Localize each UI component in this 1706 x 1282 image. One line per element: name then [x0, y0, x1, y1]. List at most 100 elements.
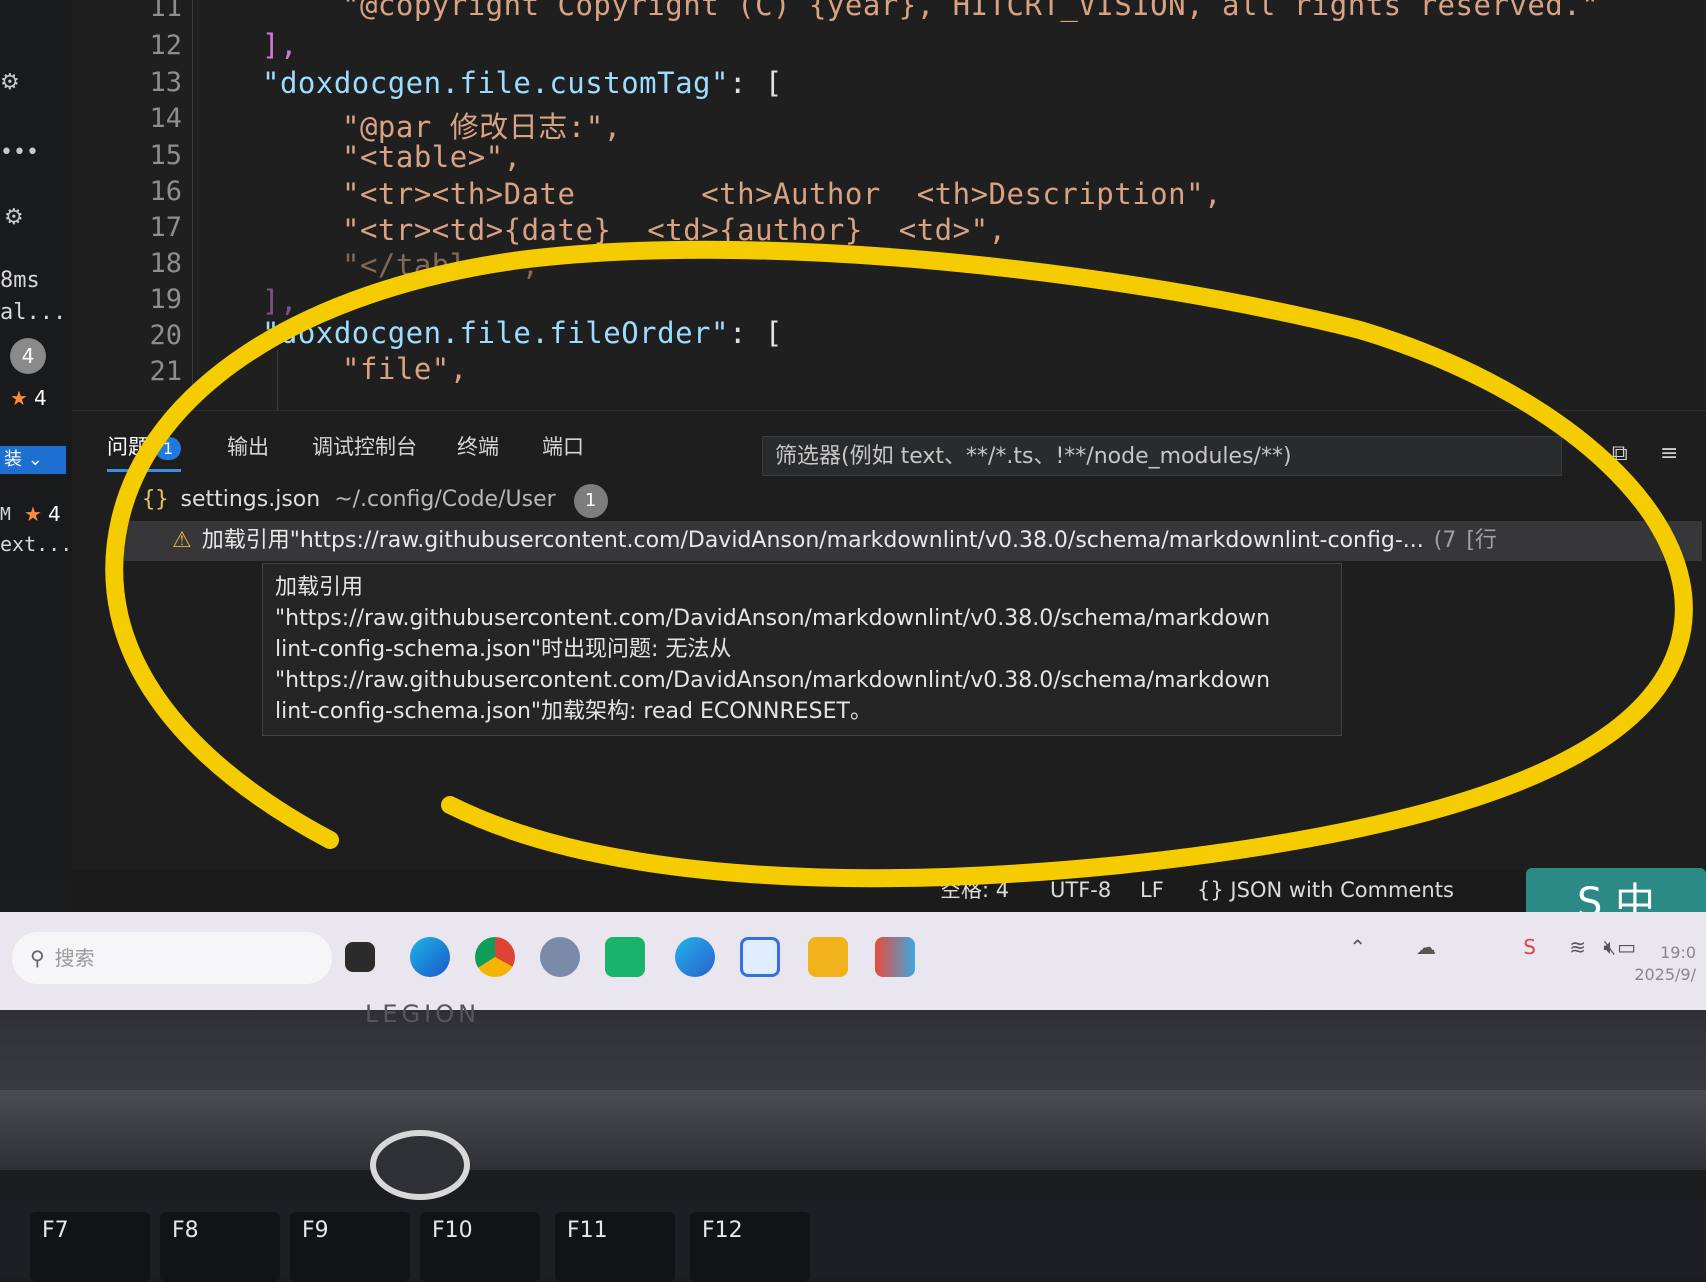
code-line-18: "</table>", [342, 248, 540, 282]
truncated-text: al... [0, 300, 67, 325]
chrome-icon[interactable] [475, 937, 515, 977]
status-language[interactable]: {} JSON with Comments [1197, 870, 1454, 910]
star-badge: ★ 4 [10, 386, 47, 410]
wifi-icon[interactable]: ≋ [1569, 935, 1586, 959]
bottom-panel: 问题 1 输出 调试控制台 终端 端口 筛选器(例如 text、**/*.ts、!… [72, 410, 1706, 880]
keyboard-key: F8 [160, 1212, 280, 1282]
problems-count-badge: 1 [155, 437, 182, 460]
tooltip-line: lint-config-schema.json"加载架构: read ECONN… [275, 699, 872, 724]
indent-guide [277, 350, 278, 410]
line-number: 12 [149, 30, 182, 61]
settings-gear-icon[interactable] [540, 937, 580, 977]
line-number-gutter: 11 12 13 14 15 16 17 18 19 20 21 [72, 0, 182, 410]
problem-location: (7 [1433, 528, 1457, 553]
keyboard-key: F7 [30, 1212, 150, 1282]
task-view-icon[interactable] [345, 942, 375, 972]
tooltip-line: "https://raw.githubusercontent.com/David… [275, 606, 1271, 631]
m-label: M [0, 504, 11, 525]
collapse-all-icon[interactable]: ⧉ [1612, 441, 1628, 466]
code-line-19: ], [262, 284, 298, 318]
volume-muted-icon[interactable]: 🔇︎ [1603, 935, 1616, 959]
line-number: 17 [149, 212, 182, 243]
store-icon[interactable] [605, 937, 645, 977]
badge-number: 4 [10, 338, 46, 374]
app-grid-icon[interactable] [875, 937, 915, 977]
code-line-21: "file", [342, 352, 468, 386]
problem-location-suffix: [行 [1466, 528, 1497, 553]
laptop-brand: LEGION [365, 1000, 481, 1028]
clock-date: 2025/9/ [1634, 965, 1696, 984]
file-problem-count: 1 [573, 484, 608, 518]
screen: ⚙ ••• ⚙ 8ms al... 4 ★ 4 装 ⌄ M ★ 4 ext... 1… [0, 0, 1706, 880]
chevron-up-icon[interactable]: ⌃ [1349, 935, 1366, 959]
file-explorer-icon[interactable] [808, 937, 848, 977]
wps-icon[interactable]: S [1523, 935, 1536, 959]
line-number: 16 [149, 176, 182, 207]
problem-item[interactable]: ⚠ 加载引用"https://raw.githubusercontent.com/… [112, 521, 1702, 561]
indent-guide [192, 0, 193, 410]
line-number: 11 [149, 0, 182, 23]
keyboard-key: F12 [690, 1212, 810, 1282]
search-icon: ⚲ [30, 946, 45, 970]
tab-ports[interactable]: 端口 [542, 431, 584, 461]
tab-output[interactable]: 输出 [227, 431, 269, 461]
tooltip-line: "https://raw.githubusercontent.com/David… [275, 668, 1271, 693]
install-button[interactable]: 装 ⌄ [0, 446, 66, 474]
braces-icon: {} [1197, 878, 1224, 902]
warning-icon: ⚠ [172, 528, 192, 553]
line-number: 15 [149, 140, 182, 171]
problem-message: 加载引用"https://raw.githubusercontent.com/D… [201, 528, 1424, 553]
laptop-bezel [0, 1010, 1706, 1090]
filter-input[interactable]: 筛选器(例如 text、**/*.ts、!**/node_modules/**) [762, 436, 1562, 476]
taskbar-search[interactable]: ⚲ 搜索 [12, 932, 332, 984]
line-number: 20 [149, 320, 182, 351]
star-badge-2: ★ 4 [24, 502, 61, 526]
line-number: 19 [149, 284, 182, 315]
file-path: ~/.config/Code/User [334, 487, 556, 512]
timing-text: 8ms [0, 268, 40, 293]
power-button-icon [370, 1130, 470, 1200]
code-line-15: "<table>", [342, 140, 522, 174]
keyboard-key: F10 [420, 1212, 540, 1282]
tab-problems[interactable]: 问题 1 [107, 431, 182, 472]
laptop-hinge [0, 1090, 1706, 1170]
view-as-list-icon[interactable]: ≡ [1660, 441, 1678, 466]
clock[interactable]: 19:0 2025/9/ [1634, 942, 1696, 986]
status-encoding[interactable]: UTF-8 [1050, 870, 1111, 910]
cloud-icon[interactable]: ☁ [1416, 935, 1436, 959]
code-line-13: "doxdocgen.file.customTag": [ [262, 66, 783, 100]
json-file-icon: {} [142, 487, 169, 512]
edge-ai-icon[interactable] [675, 937, 715, 977]
code-line-12: ], [262, 28, 298, 62]
keyboard-key: F11 [555, 1212, 675, 1282]
tooltip-line: 加载引用 [275, 575, 364, 600]
taskbar: ⚲ 搜索 ⌃ ☁ S ≋ 🔇︎ ▭ 19:0 2025/9/ [0, 912, 1706, 1012]
tab-debug-console[interactable]: 调试控制台 [312, 431, 417, 461]
code-line-20: "doxdocgen.file.fileOrder": [ [262, 316, 783, 350]
clock-time: 19:0 [1660, 943, 1696, 962]
keyboard-key: F9 [290, 1212, 410, 1282]
keyboard-row: F7 F8 F9 F10 F11 F12 [0, 1200, 1706, 1282]
code-line-11: "@copyright Copyright (C) {year}, HITCRT… [342, 0, 1600, 22]
status-eol[interactable]: LF [1140, 870, 1164, 910]
status-indentation[interactable]: 空格: 4 [940, 870, 1009, 910]
line-number: 14 [149, 103, 182, 134]
problem-file-row[interactable]: {} settings.json ~/.config/Code/User 1 [142, 483, 608, 518]
edge-browser-icon[interactable] [410, 937, 450, 977]
file-name: settings.json [180, 487, 321, 512]
tab-terminal[interactable]: 终端 [457, 431, 499, 461]
code-editor[interactable]: 11 12 13 14 15 16 17 18 19 20 21 "@copyr… [72, 0, 1706, 410]
code-line-17: "<tr><td>{date} <td>{author} <td>", [342, 213, 1007, 247]
line-number: 21 [149, 356, 182, 387]
ext-text: ext... [0, 532, 73, 556]
tooltip-line: lint-config-schema.json"时出现问题: 无法从 [275, 637, 732, 662]
code-line-16: "<tr><th>Date <th>Author <th>Description… [342, 177, 1223, 211]
more-icon[interactable]: ••• [0, 140, 39, 165]
gear-icon[interactable]: ⚙ [0, 70, 20, 95]
settings-gear-icon[interactable]: ⚙ [4, 205, 24, 230]
line-number: 13 [149, 67, 182, 98]
status-bar: 空格: 4 UTF-8 LF {} JSON with Comments [72, 870, 1706, 910]
battery-icon[interactable]: ▭ [1617, 935, 1636, 959]
remote-desktop-icon[interactable] [740, 937, 780, 977]
activity-bar: ⚙ ••• ⚙ 8ms al... 4 ★ 4 装 ⌄ M ★ 4 ext... [0, 0, 73, 880]
